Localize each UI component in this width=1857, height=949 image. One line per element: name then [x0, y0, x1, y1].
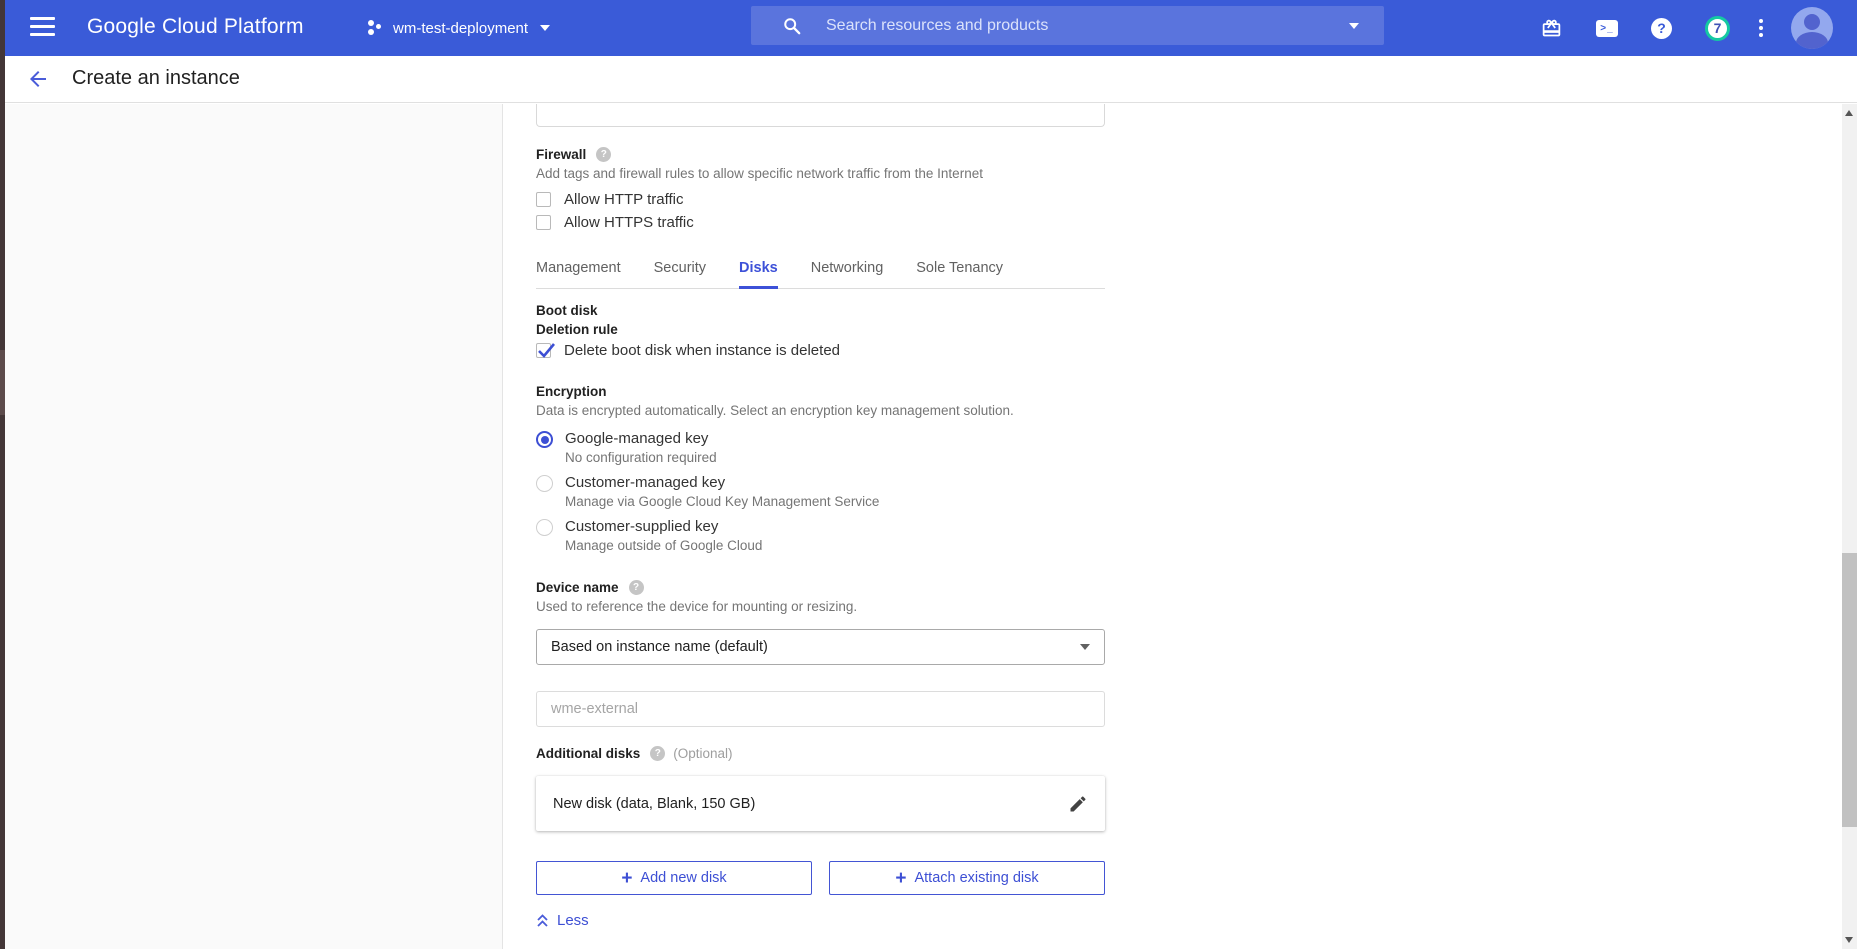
double-chevron-up-icon [536, 914, 549, 928]
left-summary-panel [5, 104, 503, 949]
allow-http-checkbox[interactable] [536, 192, 551, 207]
help-icon[interactable]: ? [1651, 18, 1672, 39]
menu-icon[interactable] [30, 17, 55, 39]
gcp-create-instance-screen: Google Cloud Platform wm-test-deployment… [0, 0, 1857, 949]
back-arrow-icon[interactable] [26, 67, 50, 91]
allow-https-label: Allow HTTPS traffic [564, 214, 694, 231]
window-edge [0, 0, 5, 949]
encryption-label: Encryption [536, 384, 1105, 399]
allow-http-label: Allow HTTP traffic [564, 191, 683, 208]
customer-supplied-key-row: Customer-supplied key Manage outside of … [536, 518, 1105, 553]
scroll-down-arrow[interactable] [1845, 937, 1853, 943]
select-chevron-down-icon [1080, 644, 1090, 650]
less-link[interactable]: Less [536, 912, 606, 929]
device-name-description: Used to reference the device for mountin… [536, 599, 1105, 614]
boot-disk-label: Boot disk [536, 303, 1105, 318]
customer-managed-key-row: Customer-managed key Manage via Google C… [536, 474, 1105, 509]
allow-https-checkbox[interactable] [536, 215, 551, 230]
device-name-select-value: Based on instance name (default) [551, 639, 1080, 655]
tab-security[interactable]: Security [654, 252, 706, 288]
add-new-disk-button[interactable]: + Add new disk [536, 861, 812, 895]
plus-icon: + [895, 869, 906, 888]
customer-supplied-key-desc: Manage outside of Google Cloud [565, 538, 762, 553]
customer-supplied-key-radio[interactable] [536, 519, 553, 536]
allow-https-row: Allow HTTPS traffic [536, 214, 1105, 231]
plus-icon: + [621, 869, 632, 888]
device-name-select[interactable]: Based on instance name (default) [536, 629, 1105, 665]
delete-boot-disk-row: Delete boot disk when instance is delete… [536, 342, 1105, 359]
checkmark-icon [536, 340, 556, 360]
edit-pencil-icon[interactable] [1068, 794, 1088, 814]
firewall-help-icon[interactable]: ? [596, 147, 611, 162]
device-name-section: Device name ? [536, 580, 1105, 595]
less-label: Less [557, 912, 589, 929]
customer-managed-key-desc: Manage via Google Cloud Key Management S… [565, 494, 879, 509]
project-selector[interactable]: wm-test-deployment [366, 14, 550, 42]
allow-http-row: Allow HTTP traffic [536, 191, 1105, 208]
new-disk-card[interactable]: New disk (data, Blank, 150 GB) [536, 776, 1105, 831]
google-managed-key-label: Google-managed key [565, 430, 717, 447]
avatar[interactable] [1791, 7, 1833, 49]
customer-managed-key-radio[interactable] [536, 475, 553, 492]
google-managed-key-radio[interactable] [536, 431, 553, 448]
top-app-bar: Google Cloud Platform wm-test-deployment… [0, 0, 1857, 56]
firewall-label: Firewall [536, 147, 586, 162]
scrollbar[interactable] [1842, 104, 1857, 949]
tab-disks[interactable]: Disks [739, 252, 778, 288]
tab-networking[interactable]: Networking [811, 252, 884, 288]
tab-management[interactable]: Management [536, 252, 621, 288]
optional-note: (Optional) [673, 746, 732, 761]
search-placeholder: Search resources and products [826, 17, 1337, 35]
project-name: wm-test-deployment [393, 20, 528, 37]
page-title: Create an instance [72, 67, 240, 90]
notifications-badge[interactable]: 7 [1705, 16, 1730, 41]
disk-buttons-row: + Add new disk + Attach existing disk [536, 861, 1105, 895]
gift-icon[interactable] [1541, 18, 1562, 39]
cloud-shell-icon[interactable]: >_ [1596, 20, 1618, 37]
google-managed-key-desc: No configuration required [565, 450, 717, 465]
device-name-input[interactable] [536, 691, 1105, 727]
clipped-input-field[interactable] [536, 104, 1105, 127]
new-disk-card-label: New disk (data, Blank, 150 GB) [553, 796, 1068, 812]
additional-disks-help-icon[interactable]: ? [650, 746, 665, 761]
additional-disks-label: Additional disks [536, 746, 640, 761]
chevron-down-icon [540, 25, 550, 31]
attach-existing-disk-label: Attach existing disk [914, 870, 1038, 886]
delete-boot-disk-label: Delete boot disk when instance is delete… [564, 342, 840, 359]
encryption-description: Data is encrypted automatically. Select … [536, 403, 1105, 418]
tab-sole-tenancy[interactable]: Sole Tenancy [916, 252, 1003, 288]
form-column: Firewall ? Add tags and firewall rules t… [536, 104, 1105, 949]
settings-tabs: Management Security Disks Networking Sol… [536, 252, 1105, 289]
search-icon [783, 17, 801, 35]
more-vert-icon[interactable] [1759, 19, 1763, 37]
delete-boot-disk-checkbox[interactable] [536, 343, 551, 358]
topbar-actions: >_ ? 7 [1541, 0, 1857, 56]
scroll-up-arrow[interactable] [1845, 110, 1853, 116]
google-managed-key-row: Google-managed key No configuration requ… [536, 430, 1105, 465]
device-name-help-icon[interactable]: ? [629, 580, 644, 595]
firewall-description: Add tags and firewall rules to allow spe… [536, 166, 1105, 181]
additional-disks-section: Additional disks ? (Optional) [536, 746, 1105, 761]
customer-supplied-key-label: Customer-supplied key [565, 518, 762, 535]
customer-managed-key-label: Customer-managed key [565, 474, 879, 491]
device-name-label: Device name [536, 580, 619, 595]
deletion-rule-label: Deletion rule [536, 322, 1105, 337]
scrollbar-thumb[interactable] [1842, 553, 1857, 827]
search-bar[interactable]: Search resources and products [751, 6, 1384, 45]
page-header: Create an instance [0, 56, 1857, 103]
project-icon [366, 19, 384, 37]
gcp-logo[interactable]: Google Cloud Platform [87, 15, 304, 39]
attach-existing-disk-button[interactable]: + Attach existing disk [829, 861, 1105, 895]
firewall-section-label: Firewall ? [536, 147, 1105, 162]
search-dropdown-icon[interactable] [1349, 23, 1359, 29]
add-new-disk-label: Add new disk [640, 870, 726, 886]
